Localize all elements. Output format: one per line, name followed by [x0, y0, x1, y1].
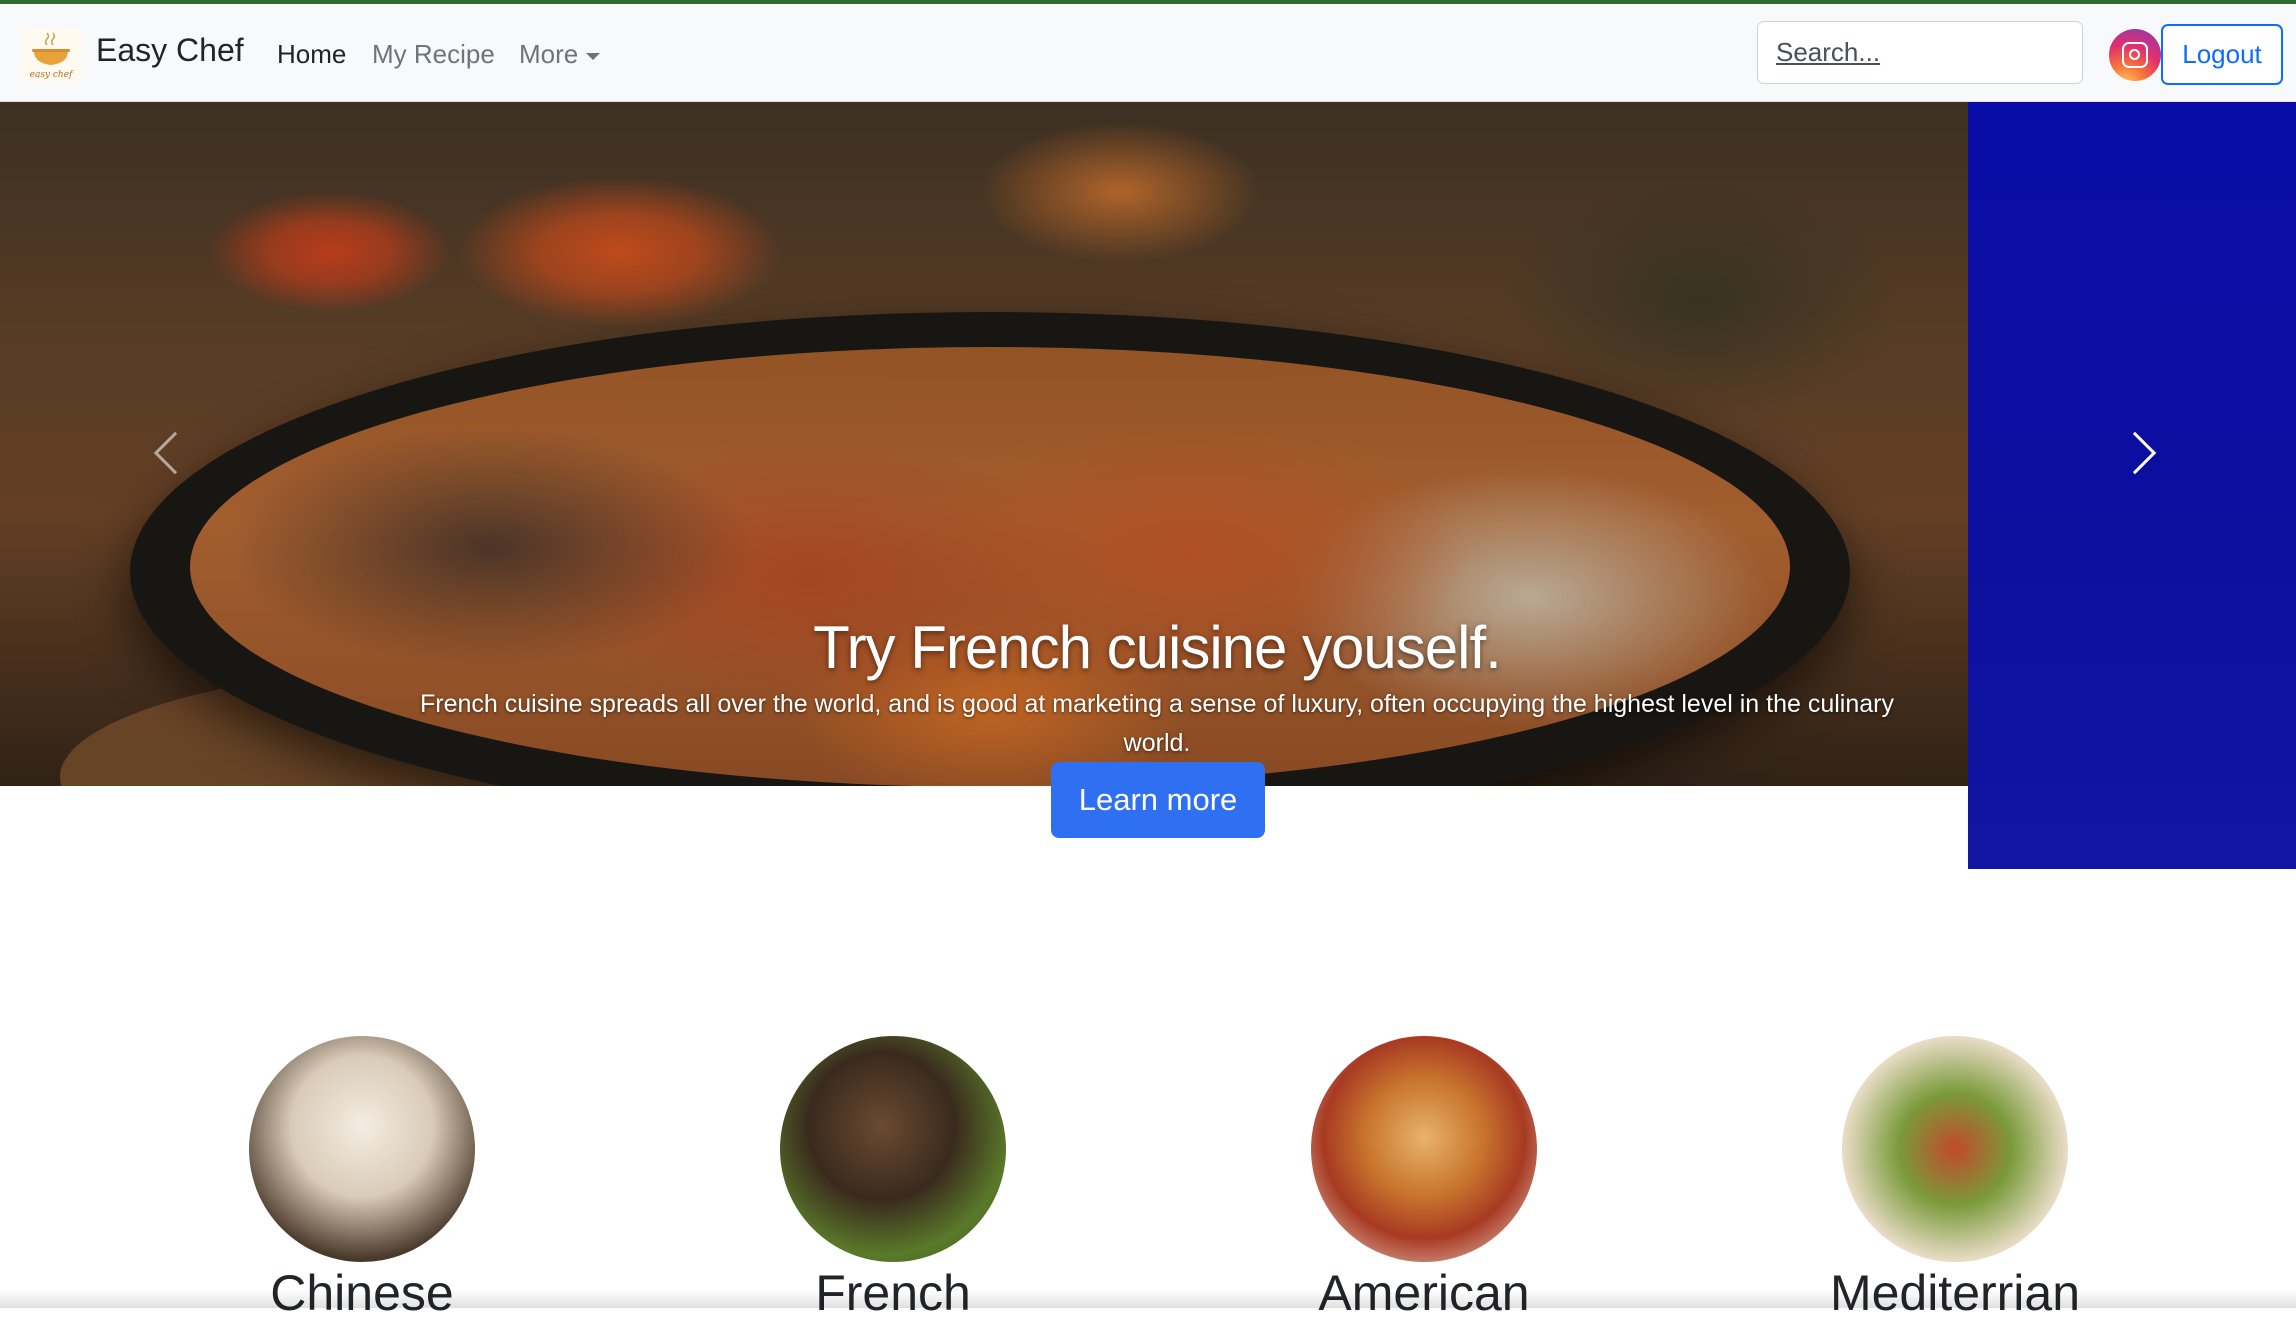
instagram-lens-icon — [2129, 49, 2140, 60]
cuisine-image-french[interactable] — [780, 1036, 1006, 1262]
nav-my-recipe-link[interactable]: My Recipe — [372, 39, 495, 70]
cuisine-item-chinese[interactable]: Chinese — [249, 1036, 475, 1321]
cuisine-image-mediterrian[interactable] — [1842, 1036, 2068, 1262]
brand-logo[interactable]: easy chef — [20, 27, 82, 82]
cuisine-image-chinese[interactable] — [249, 1036, 475, 1262]
brand-name[interactable]: Easy Chef — [96, 32, 244, 69]
hero-title: Try French cuisine youself. — [813, 614, 1502, 682]
svg-text:easy chef: easy chef — [30, 70, 74, 80]
hero-overlay — [0, 102, 1968, 786]
search-input[interactable]: Search... — [1757, 21, 2083, 84]
navbar: easy chef Easy Chef Home My Recipe More … — [0, 4, 2296, 102]
learn-more-button[interactable]: Learn more — [1051, 762, 1265, 838]
cuisine-item-american[interactable]: American — [1311, 1036, 1537, 1321]
nav-home-link[interactable]: Home — [277, 39, 346, 70]
hero-carousel-slide — [0, 102, 1968, 786]
cuisine-item-mediterrian[interactable]: Mediterrian — [1830, 1036, 2080, 1321]
hero-description: French cuisine spreads all over the worl… — [420, 690, 1894, 757]
instagram-icon[interactable] — [2109, 29, 2161, 81]
instagram-frame-icon — [2122, 42, 2148, 68]
caret-down-icon — [586, 52, 601, 60]
nav-more-label: More — [519, 39, 579, 69]
carousel-side-panel — [1968, 102, 2296, 869]
logout-button[interactable]: Logout — [2161, 24, 2283, 85]
cuisine-item-french[interactable]: French — [780, 1036, 1006, 1321]
chef-bowl-icon: easy chef — [30, 32, 74, 80]
nav-more-dropdown[interactable]: More — [519, 39, 601, 70]
bottom-shadow — [0, 1290, 2296, 1308]
cuisine-image-american[interactable] — [1311, 1036, 1537, 1262]
